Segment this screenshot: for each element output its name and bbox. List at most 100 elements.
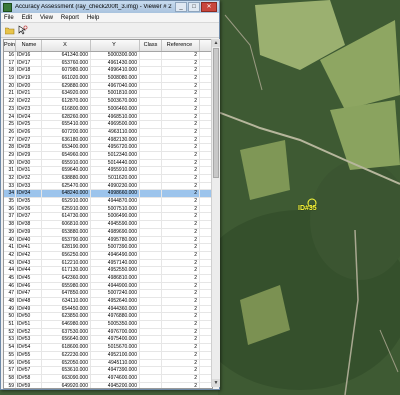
table-row[interactable]: 18 ID#18 607980.000 4996410.000 2 <box>4 67 212 76</box>
table-row[interactable]: 38 ID#38 606810.000 4945590.000 2 <box>4 221 212 229</box>
table-row[interactable]: 44 ID#44 617130.000 4952550.000 2 <box>4 267 212 275</box>
table-row[interactable]: 50 ID#50 623850.000 4976880.000 2 <box>4 313 212 322</box>
table-scrollbar[interactable]: ▲ ▼ <box>211 39 220 387</box>
close-button[interactable]: ✕ <box>201 2 217 12</box>
cell-point-number: 40 <box>4 236 16 244</box>
table-row[interactable]: 47 ID#47 647850.000 5007240.000 2 <box>4 290 212 298</box>
cell-point-number: 57 <box>4 367 16 374</box>
cell-x: 638880.000 <box>42 175 91 182</box>
cell-point-number: 34 <box>4 190 16 198</box>
table-row[interactable]: 31 ID#31 659640.000 4955910.000 2 <box>4 167 212 175</box>
table-row[interactable]: 16 ID#16 641340.000 5000300.000 2 <box>4 52 212 60</box>
cell-x: 618600.000 <box>42 344 91 351</box>
table-row[interactable]: 54 ID#54 618600.000 5015670.000 2 <box>4 344 212 352</box>
table-row[interactable]: 46 ID#46 655980.000 4944900.000 2 <box>4 282 212 291</box>
cell-x: 656250.000 <box>42 251 91 259</box>
cell-point-number: 58 <box>4 374 16 382</box>
cell-reference: 2 <box>162 259 200 267</box>
table-row[interactable]: 21 ID#21 634920.000 5001810.000 2 <box>4 90 212 99</box>
cell-x: 634920.000 <box>42 90 91 98</box>
table-row[interactable]: 52 ID#52 637530.000 4976700.000 2 <box>4 328 212 337</box>
table-row[interactable]: 27 ID#27 636180.000 4982130.000 2 <box>4 136 212 145</box>
table-row[interactable]: 19 ID#19 661020.000 5008080.000 2 <box>4 75 212 83</box>
menu-view[interactable]: View <box>40 15 53 21</box>
table-row[interactable]: 30 ID#30 655910.000 5014440.000 2 <box>4 159 212 168</box>
col-reference-header[interactable]: Reference <box>162 40 200 51</box>
table-row[interactable]: 33 ID#33 625470.000 4990230.000 2 <box>4 182 212 191</box>
table-row[interactable]: 39 ID#39 653880.000 4989690.000 2 <box>4 228 212 237</box>
cell-y: 4955910.000 <box>91 167 140 174</box>
cell-reference: 2 <box>162 244 200 251</box>
crosshair-pointer-icon[interactable] <box>17 25 28 36</box>
cell-reference: 2 <box>162 213 200 221</box>
table-row[interactable]: 57 ID#57 653610.000 4947390.000 2 <box>4 367 212 375</box>
cell-reference: 2 <box>162 144 200 151</box>
table-row[interactable]: 55 ID#55 622230.000 4952100.000 2 <box>4 351 212 360</box>
table-row[interactable]: 17 ID#17 653760.000 4961430.000 2 <box>4 59 212 68</box>
open-folder-icon[interactable] <box>4 25 15 36</box>
menu-file[interactable]: File <box>4 15 14 21</box>
table-row[interactable]: 40 ID#40 653790.000 4995780.000 2 <box>4 236 212 245</box>
table-row[interactable]: 32 ID#32 638880.000 5011620.000 2 <box>4 175 212 183</box>
table-row[interactable]: 36 ID#36 625910.000 5007510.000 2 <box>4 205 212 214</box>
cell-name: ID#53 <box>16 336 42 344</box>
cell-x: 612210.000 <box>42 259 91 267</box>
cell-x: 652050.000 <box>42 359 91 367</box>
table-row[interactable]: 34 ID#34 648240.000 4998660.000 2 <box>4 190 212 199</box>
menu-report[interactable]: Report <box>61 15 79 21</box>
table-row[interactable]: 43 ID#43 612210.000 4957140.000 2 <box>4 259 212 268</box>
cell-x: 659640.000 <box>42 167 91 174</box>
table-row[interactable]: 48 ID#48 634110.000 4952640.000 2 <box>4 298 212 306</box>
cell-name: ID#32 <box>16 175 42 182</box>
menu-help[interactable]: Help <box>87 15 99 21</box>
col-class-header[interactable]: Class <box>140 40 162 51</box>
table-row[interactable]: 25 ID#25 655410.000 4969500.000 2 <box>4 121 212 129</box>
table-row[interactable]: 26 ID#26 607200.000 4963110.000 2 <box>4 128 212 137</box>
cell-x: 642360.000 <box>42 274 91 282</box>
table-row[interactable]: 56 ID#56 652050.000 4945110.000 2 <box>4 359 212 368</box>
cell-point-number: 33 <box>4 182 16 190</box>
table-row[interactable]: 49 ID#49 654450.000 4944360.000 2 <box>4 305 212 314</box>
cell-point-number: 51 <box>4 321 16 328</box>
scroll-up-arrow-icon[interactable]: ▲ <box>212 39 220 47</box>
table-row[interactable]: 42 ID#42 656250.000 4946490.000 2 <box>4 251 212 260</box>
cell-point-number: 35 <box>4 198 16 205</box>
col-point-header[interactable]: Point # <box>4 40 16 51</box>
table-row[interactable]: 28 ID#28 653400.000 4956720.000 2 <box>4 144 212 152</box>
col-y-header[interactable]: Y <box>91 40 140 51</box>
cell-name: ID#48 <box>16 298 42 305</box>
maximize-button[interactable]: □ <box>188 2 200 12</box>
table-row[interactable]: 45 ID#45 642360.000 4986810.000 2 <box>4 274 212 283</box>
minimize-button[interactable]: _ <box>175 2 187 12</box>
cell-x: 623850.000 <box>42 313 91 321</box>
menu-edit[interactable]: Edit <box>22 15 32 21</box>
table-row[interactable]: 37 ID#37 614730.000 5006490.000 2 <box>4 213 212 222</box>
cell-reference: 2 <box>162 167 200 174</box>
table-row[interactable]: 35 ID#35 652910.000 4944870.000 2 <box>4 198 212 206</box>
table-row[interactable]: 53 ID#53 656640.000 4975400.000 2 <box>4 336 212 345</box>
window-titlebar[interactable]: Accuracy Assessment (ray_check200ft_3.im… <box>1 1 219 13</box>
cell-point-number: 48 <box>4 298 16 305</box>
table-row[interactable]: 23 ID#23 616800.000 5006460.000 2 <box>4 105 212 114</box>
cell-name: ID#38 <box>16 221 42 228</box>
cell-name: ID#29 <box>16 151 42 159</box>
col-name-header[interactable]: Name <box>16 40 42 51</box>
table-row[interactable]: 41 ID#41 628190.000 5007390.000 2 <box>4 244 212 252</box>
cell-class <box>140 190 162 198</box>
cell-class <box>140 282 162 290</box>
table-row[interactable]: 24 ID#24 628260.000 4968510.000 2 <box>4 113 212 122</box>
scroll-down-arrow-icon[interactable]: ▼ <box>212 379 220 387</box>
col-x-header[interactable]: X <box>42 40 91 51</box>
cell-y: 4956720.000 <box>91 144 140 151</box>
table-row[interactable]: 58 ID#58 663090.000 4974600.000 2 <box>4 374 212 383</box>
table-row[interactable]: 29 ID#29 654960.000 5012340.000 2 <box>4 151 212 160</box>
table-row[interactable]: 51 ID#51 646980.000 5005350.000 2 <box>4 321 212 329</box>
table-row[interactable]: 22 ID#22 612870.000 5003670.000 2 <box>4 98 212 106</box>
cell-x: 625910.000 <box>42 205 91 213</box>
table-row[interactable]: 59 ID#59 649920.000 4945200.000 2 <box>4 382 212 388</box>
cell-y: 4963110.000 <box>91 128 140 136</box>
cell-x: 606810.000 <box>42 221 91 228</box>
cell-x: 656640.000 <box>42 336 91 344</box>
table-row[interactable]: 20 ID#20 629880.000 4967040.000 2 <box>4 82 212 91</box>
scrollbar-thumb[interactable] <box>213 48 219 178</box>
